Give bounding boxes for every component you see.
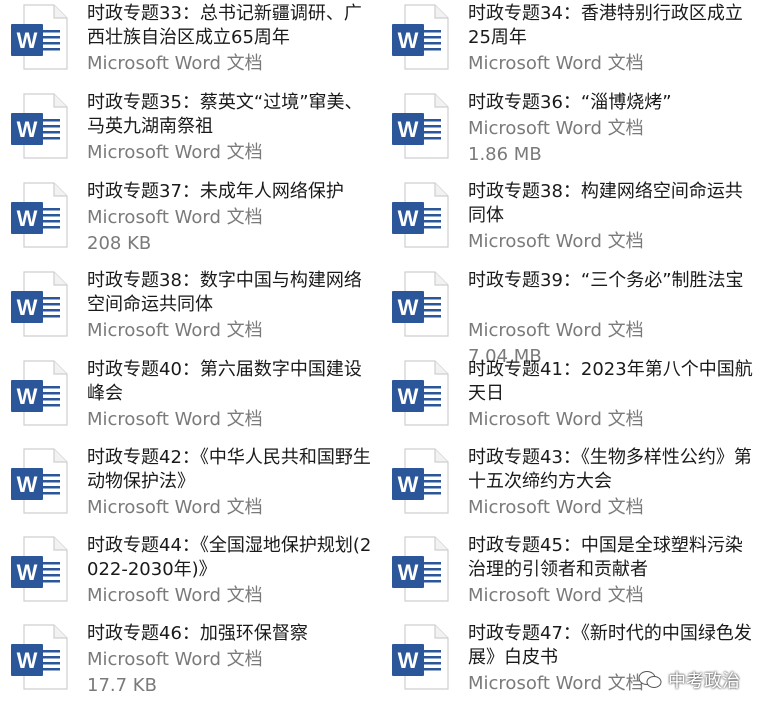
file-item[interactable]: W 时政专题38：数字中国与构建网络空间命运共同体 Microsoft Word 文… [0, 269, 380, 357]
file-type: Microsoft Word 文档 [87, 585, 263, 606]
file-type: Microsoft Word 文档 [87, 497, 263, 518]
file-item[interactable]: W 时政专题42：《中华人民共和国野生动物保护法》 Microsoft Word 文… [0, 446, 380, 534]
file-type: Microsoft Word 文档 [468, 409, 644, 430]
file-item[interactable]: W 时政专题34：香港特别行政区成立25周年 Microsoft Word 文档 [381, 2, 761, 90]
svg-text:W: W [17, 117, 38, 142]
file-item[interactable]: W 时政专题46：加强环保督察 Microsoft Word 文档 17.7 KB [0, 622, 380, 710]
file-name: 时政专题46：加强环保督察 [87, 623, 308, 644]
watermark-text: 中考政治 [668, 671, 740, 692]
file-name: 时政专题41：2023年第八个中国航天日 [468, 359, 753, 404]
file-size: 17.7 KB [87, 675, 157, 696]
file-type: Microsoft Word 文档 [468, 231, 644, 252]
file-item[interactable]: W 时政专题47：《新时代的中国绿色发展》白皮书 Microsoft Word 文档 [381, 622, 761, 710]
file-name: 时政专题35：蔡英文“过境”窜美、马英九湖南祭祖 [87, 92, 363, 137]
svg-text:W: W [17, 295, 38, 320]
file-type: Microsoft Word 文档 [468, 585, 644, 606]
svg-text:W: W [17, 206, 38, 231]
word-document-icon: W [10, 182, 68, 248]
file-item[interactable]: W 时政专题40：第六届数字中国建设峰会 Microsoft Word 文档 [0, 358, 380, 446]
file-item[interactable]: W 时政专题43：《生物多样性公约》第十五次缔约方大会 Microsoft Word… [381, 446, 761, 534]
file-item[interactable]: W 时政专题44：《全国湿地保护规划(2022-2030年)》 Microsoft … [0, 534, 380, 622]
svg-text:W: W [398, 295, 419, 320]
file-type: Microsoft Word 文档 [87, 207, 263, 228]
word-document-icon: W [391, 182, 449, 248]
file-type: Microsoft Word 文档 [87, 142, 263, 163]
word-document-icon: W [10, 360, 68, 426]
file-name: 时政专题36：“淄博烧烤” [468, 92, 672, 113]
word-document-icon: W [10, 4, 68, 70]
file-name: 时政专题38：构建网络空间命运共同体 [468, 181, 743, 226]
file-item[interactable]: W 时政专题39：“三个务必”制胜法宝 Microsoft Word 文档 7.04 … [381, 269, 761, 367]
file-name: 时政专题34：香港特别行政区成立25周年 [468, 3, 743, 48]
svg-text:W: W [17, 560, 38, 585]
watermark: 中考政治 [638, 667, 740, 693]
file-item[interactable]: W 时政专题36：“淄博烧烤” Microsoft Word 文档 1.86 MB [381, 91, 761, 179]
word-document-icon: W [10, 448, 68, 514]
svg-text:W: W [398, 117, 419, 142]
word-document-icon: W [391, 4, 449, 70]
svg-text:W: W [398, 206, 419, 231]
file-name: 时政专题47：《新时代的中国绿色发展》白皮书 [468, 623, 752, 668]
svg-text:W: W [17, 472, 38, 497]
file-type: Microsoft Word 文档 [468, 320, 644, 341]
file-name: 时政专题45：中国是全球塑料污染治理的引领者和贡献者 [468, 535, 743, 580]
word-document-icon: W [391, 360, 449, 426]
svg-text:W: W [398, 560, 419, 585]
svg-text:W: W [17, 384, 38, 409]
file-name: 时政专题39：“三个务必”制胜法宝 [468, 270, 744, 291]
svg-text:W: W [398, 648, 419, 673]
file-type: Microsoft Word 文档 [87, 53, 263, 74]
file-item[interactable]: W 时政专题41：2023年第八个中国航天日 Microsoft Word 文档 [381, 358, 761, 446]
word-document-icon: W [391, 271, 449, 337]
file-name: 时政专题43：《生物多样性公约》第十五次缔约方大会 [468, 447, 752, 492]
word-document-icon: W [391, 448, 449, 514]
file-item[interactable]: W 时政专题38：构建网络空间命运共同体 Microsoft Word 文档 [381, 180, 761, 268]
svg-text:W: W [398, 472, 419, 497]
svg-text:W: W [398, 384, 419, 409]
file-item[interactable]: W 时政专题45：中国是全球塑料污染治理的引领者和贡献者 Microsoft Wor… [381, 534, 761, 622]
word-document-icon: W [10, 536, 68, 602]
file-name: 时政专题44：《全国湿地保护规划(2022-2030年)》 [87, 535, 372, 580]
svg-text:W: W [17, 648, 38, 673]
svg-text:W: W [398, 28, 419, 53]
file-type: Microsoft Word 文档 [468, 53, 644, 74]
file-type: Microsoft Word 文档 [87, 320, 263, 341]
word-document-icon: W [391, 536, 449, 602]
file-name: 时政专题37：未成年人网络保护 [87, 181, 344, 202]
word-document-icon: W [10, 93, 68, 159]
file-type: Microsoft Word 文档 [468, 497, 644, 518]
file-name: 时政专题40：第六届数字中国建设峰会 [87, 359, 362, 404]
file-item[interactable]: W 时政专题35：蔡英文“过境”窜美、马英九湖南祭祖 Microsoft Word … [0, 91, 380, 179]
file-type: Microsoft Word 文档 [87, 409, 263, 430]
file-size: 208 KB [87, 233, 152, 254]
svg-text:W: W [17, 28, 38, 53]
file-item[interactable]: W 时政专题33：总书记新疆调研、广西壮族自治区成立65周年 Microsoft W… [0, 2, 380, 90]
file-item[interactable]: W 时政专题37：未成年人网络保护 Microsoft Word 文档 208 KB [0, 180, 380, 268]
word-document-icon: W [10, 624, 68, 690]
wechat-icon [638, 671, 662, 688]
word-document-icon: W [391, 93, 449, 159]
file-name: 时政专题42：《中华人民共和国野生动物保护法》 [87, 447, 371, 492]
file-type: Microsoft Word 文档 [87, 649, 263, 670]
file-name: 时政专题38：数字中国与构建网络空间命运共同体 [87, 270, 362, 315]
file-size: 1.86 MB [468, 144, 542, 165]
word-document-icon: W [391, 624, 449, 690]
file-name: 时政专题33：总书记新疆调研、广西壮族自治区成立65周年 [87, 3, 362, 48]
word-document-icon: W [10, 271, 68, 337]
file-type: Microsoft Word 文档 [468, 118, 644, 139]
